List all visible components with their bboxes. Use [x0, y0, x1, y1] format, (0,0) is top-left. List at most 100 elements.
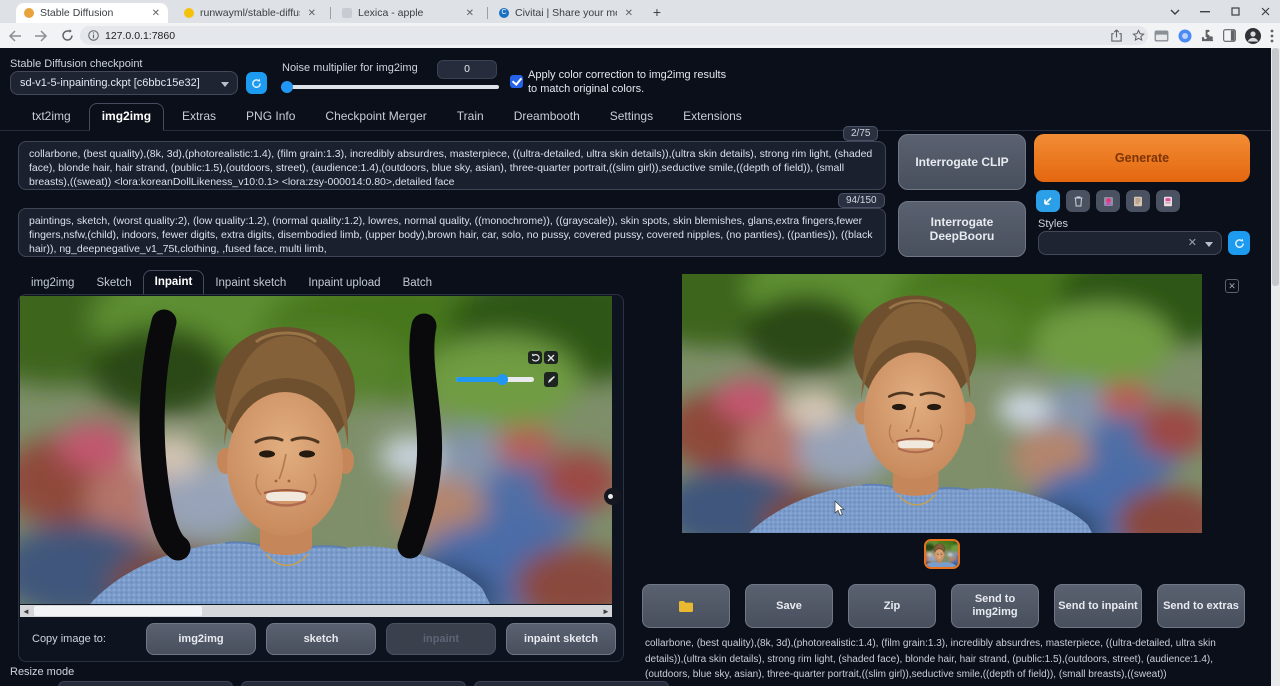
new-tab-button[interactable]: +	[648, 4, 666, 22]
thumbnail-image	[926, 541, 958, 567]
close-tab-icon[interactable]: ✕	[152, 8, 160, 19]
zip-button[interactable]: Zip	[848, 584, 936, 628]
resize-option[interactable]	[474, 681, 669, 686]
save-style-button[interactable]	[1126, 190, 1150, 212]
clear-styles-icon[interactable]: ✕	[1188, 236, 1197, 249]
send-to-extras-button[interactable]: Send to extras	[1157, 584, 1245, 628]
tab-train[interactable]: Train	[445, 104, 496, 130]
slider-handle[interactable]	[281, 81, 293, 93]
copy-to-sketch-button[interactable]: sketch	[266, 623, 376, 655]
extensions-puzzle-icon[interactable]	[1201, 29, 1214, 42]
reload-icon[interactable]	[56, 25, 78, 47]
img2img-mode-tabs: img2img Sketch Inpaint Inpaint sketch In…	[20, 270, 443, 295]
tab-png-info[interactable]: PNG Info	[234, 104, 307, 130]
tab-dreambooth[interactable]: Dreambooth	[502, 104, 592, 130]
noise-multiplier-slider[interactable]	[281, 85, 499, 89]
site-info-icon[interactable]	[88, 30, 99, 41]
browser-tab-runwayml[interactable]: runwayml/stable-diffusion-inpai ✕	[176, 3, 324, 23]
tab-img2img-mode[interactable]: img2img	[20, 272, 85, 295]
interrogate-clip-button[interactable]: Interrogate CLIP	[898, 134, 1026, 190]
resize-option[interactable]	[58, 681, 233, 686]
apply-style-button[interactable]	[1156, 190, 1180, 212]
close-gallery-icon[interactable]: ✕	[1225, 279, 1239, 293]
resize-option[interactable]	[241, 681, 466, 686]
profile-avatar[interactable]	[1245, 28, 1261, 44]
checkpoint-dropdown[interactable]: sd-v1-5-inpainting.ckpt [c6bbc15e32]	[10, 71, 238, 95]
scroll-right-icon[interactable]: ►	[600, 607, 612, 616]
send-to-img2img-button[interactable]: Send to img2img	[951, 584, 1039, 628]
prompt-textarea[interactable]: collarbone, (best quality),(8k, 3d),(pho…	[18, 141, 886, 190]
page-scrollbar[interactable]	[1271, 48, 1280, 686]
forward-icon[interactable]	[30, 25, 52, 47]
tab-img2img[interactable]: img2img	[89, 103, 164, 131]
back-icon[interactable]	[4, 25, 26, 47]
extra-networks-icon	[1103, 196, 1114, 207]
inpaint-canvas[interactable]	[20, 296, 612, 604]
result-image[interactable]	[682, 274, 1202, 533]
open-folder-button[interactable]	[642, 584, 730, 628]
trash-icon	[1074, 196, 1083, 207]
tab-inpaint[interactable]: Inpaint	[143, 270, 205, 295]
share-icon[interactable]	[1110, 29, 1123, 42]
copy-to-img2img-button[interactable]: img2img	[146, 623, 256, 655]
close-tab-icon[interactable]: ✕	[308, 8, 316, 19]
browser-tabstrip: Stable Diffusion ✕ runwayml/stable-diffu…	[0, 0, 1280, 23]
refresh-icon	[1234, 238, 1245, 249]
close-window-icon[interactable]	[1250, 0, 1280, 23]
browser-tab-civitai[interactable]: C Civitai | Share your models ✕	[491, 3, 641, 23]
address-bar[interactable]: 127.0.0.1:7860	[80, 26, 1148, 45]
refresh-checkpoint-button[interactable]	[246, 72, 267, 94]
generation-info-text: collarbone, (best quality),(8k, 3d),(pho…	[645, 636, 1243, 684]
tab-extensions[interactable]: Extensions	[671, 104, 754, 130]
browser-tab-lexica[interactable]: Lexica - apple ✕	[334, 3, 482, 23]
tab-extras[interactable]: Extras	[170, 104, 228, 130]
scroll-left-icon[interactable]: ◄	[20, 607, 32, 616]
undo-button[interactable]	[528, 351, 542, 364]
restore-icon[interactable]	[1220, 0, 1250, 23]
noise-multiplier-input[interactable]: 0	[437, 60, 497, 79]
close-tab-icon[interactable]: ✕	[466, 8, 474, 19]
tab-inpaint-sketch[interactable]: Inpaint sketch	[204, 272, 297, 295]
tab-title: Civitai | Share your models	[515, 7, 617, 19]
color-correction-checkbox[interactable]	[510, 75, 523, 88]
browser-tab-stable-diffusion[interactable]: Stable Diffusion ✕	[16, 3, 168, 23]
arrow-down-left-icon	[1043, 196, 1053, 206]
minimize-icon[interactable]	[1190, 0, 1220, 23]
extension-blue-icon[interactable]	[1178, 29, 1192, 43]
tab-inpaint-upload[interactable]: Inpaint upload	[297, 272, 391, 295]
scrollbar-thumb[interactable]	[1272, 48, 1279, 286]
extra-networks-button[interactable]	[1096, 190, 1120, 212]
brush-tool-button[interactable]	[544, 372, 558, 387]
refresh-icon	[251, 78, 262, 89]
generate-button[interactable]: Generate	[1034, 134, 1250, 182]
paste-params-button[interactable]	[1036, 190, 1060, 212]
tab-search-icon[interactable]	[1160, 0, 1190, 23]
interrogate-deepbooru-button[interactable]: Interrogate DeepBooru	[898, 201, 1026, 257]
tab-sketch[interactable]: Sketch	[85, 272, 142, 295]
resize-handle[interactable]	[604, 488, 621, 505]
canvas-horizontal-scrollbar[interactable]: ◄ ►	[20, 605, 612, 617]
gallery-thumbnail[interactable]	[924, 539, 960, 569]
clear-prompt-button[interactable]	[1066, 190, 1090, 212]
slider-handle[interactable]	[497, 374, 508, 385]
side-panel-icon[interactable]	[1223, 29, 1236, 42]
menu-kebab-icon[interactable]	[1270, 29, 1274, 43]
close-tab-icon[interactable]: ✕	[625, 8, 633, 19]
refresh-styles-button[interactable]	[1228, 231, 1250, 255]
negative-prompt-textarea[interactable]: paintings, sketch, (worst quality:2), (l…	[18, 208, 886, 257]
extension-window-icon[interactable]	[1154, 30, 1169, 42]
scrollbar-thumb[interactable]	[34, 606, 202, 616]
bookmark-star-icon[interactable]	[1132, 29, 1145, 42]
tab-batch[interactable]: Batch	[392, 272, 443, 295]
copy-image-row: Copy image to: img2img sketch inpaint in…	[20, 621, 624, 661]
styles-dropdown[interactable]: ✕	[1038, 231, 1222, 255]
tab-settings[interactable]: Settings	[598, 104, 665, 130]
save-button[interactable]: Save	[745, 584, 833, 628]
tab-txt2img[interactable]: txt2img	[20, 104, 83, 130]
tab-checkpoint-merger[interactable]: Checkpoint Merger	[313, 104, 438, 130]
brush-size-slider[interactable]	[456, 377, 534, 382]
clear-image-button[interactable]	[544, 351, 558, 364]
send-to-inpaint-button[interactable]: Send to inpaint	[1054, 584, 1142, 628]
style-card-icon	[1133, 196, 1143, 207]
copy-to-inpaint-sketch-button[interactable]: inpaint sketch	[506, 623, 616, 655]
